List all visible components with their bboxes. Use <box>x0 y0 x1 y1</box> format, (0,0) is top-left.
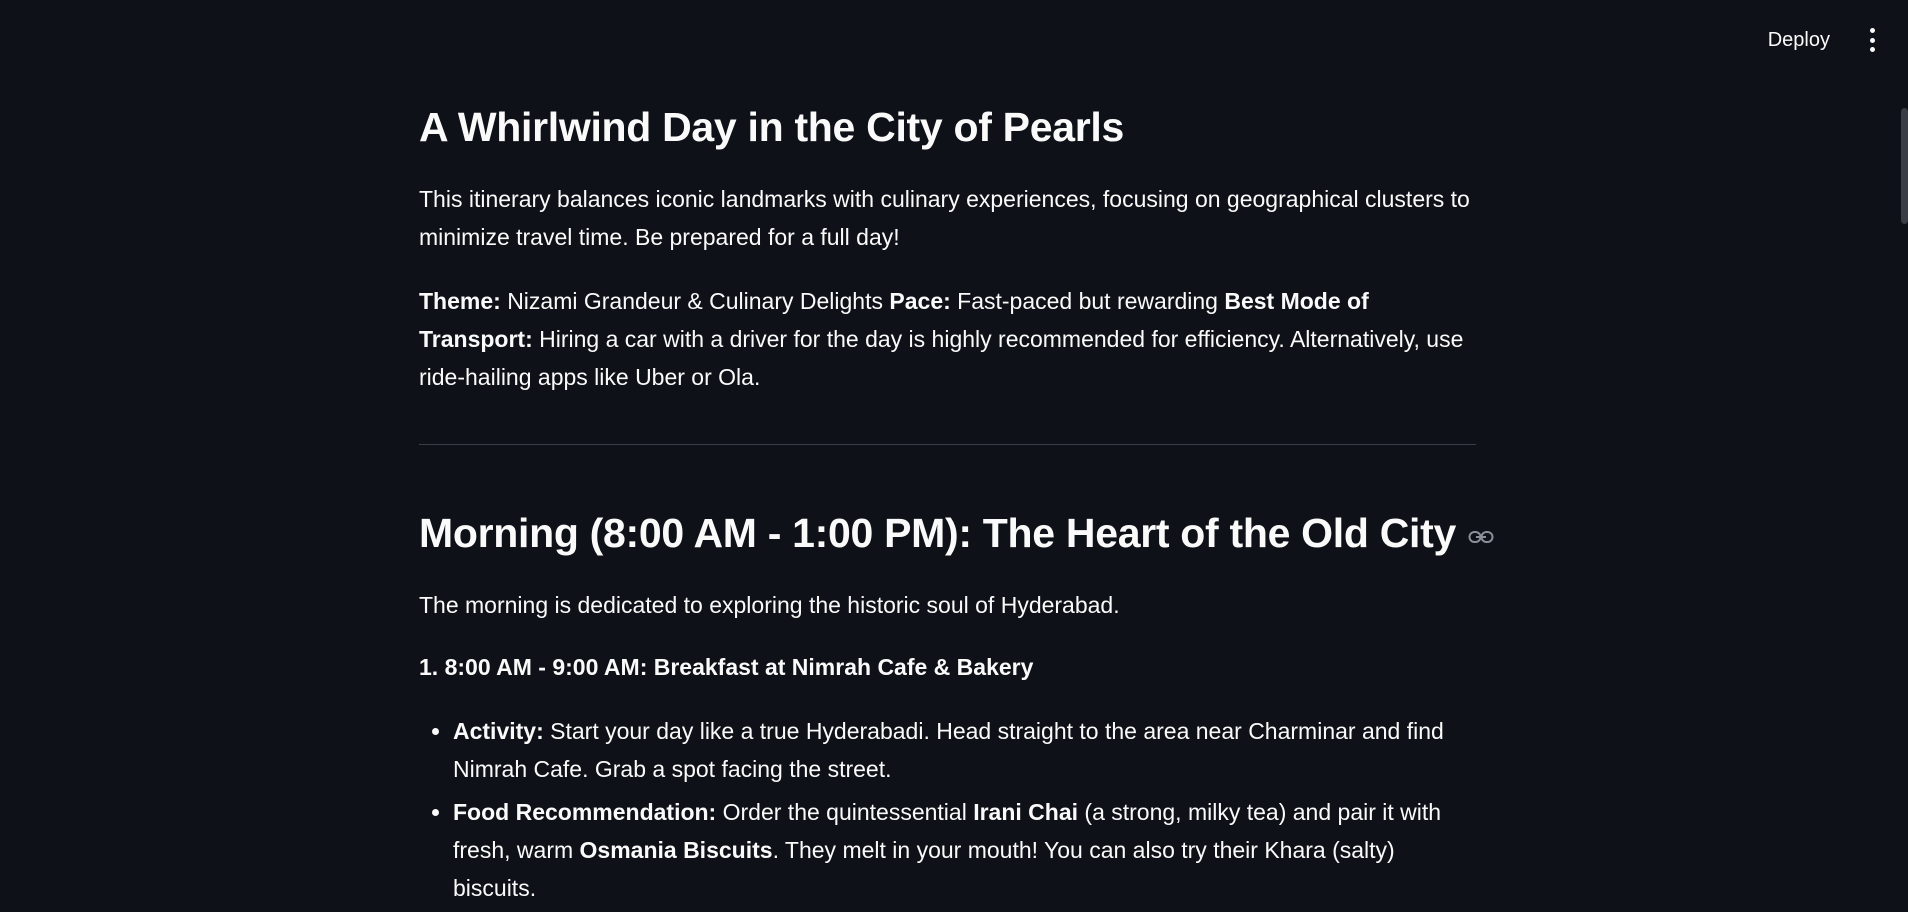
food-label: Food Recommendation: <box>453 799 717 825</box>
divider <box>419 444 1476 445</box>
list-item: Activity: Start your day like a true Hyd… <box>453 712 1476 788</box>
pace-label: Pace: <box>889 288 951 314</box>
trip-details-paragraph: Theme: Nizami Grandeur & Culinary Deligh… <box>419 282 1476 396</box>
anchor-link-icon[interactable] <box>1468 529 1494 545</box>
scrollbar-thumb[interactable] <box>1901 108 1908 224</box>
morning-heading: Morning (8:00 AM - 1:00 PM): The Heart o… <box>419 510 1494 557</box>
food-bold-2: Osmania Biscuits <box>579 837 773 863</box>
food-bold-1: Irani Chai <box>973 799 1079 825</box>
list-item: Food Recommendation: Order the quintesse… <box>453 793 1476 907</box>
page-title: A Whirlwind Day in the City of Pearls <box>419 104 1124 150</box>
step1-details-list: Activity: Start your day like a true Hyd… <box>419 712 1476 912</box>
morning-intro: The morning is dedicated to exploring th… <box>419 592 1120 618</box>
intro-paragraph: This itinerary balances iconic landmarks… <box>419 186 1470 250</box>
theme-value: Nizami Grandeur & Culinary Delights <box>507 288 883 314</box>
top-toolbar: Deploy <box>1754 0 1908 80</box>
activity-text: Start your day like a true Hyderabadi. H… <box>453 718 1444 782</box>
deploy-button[interactable]: Deploy <box>1754 23 1844 58</box>
food-text-1: Order the quintessential <box>722 799 967 825</box>
step1-heading-text: 1. 8:00 AM - 9:00 AM: Breakfast at Nimra… <box>419 654 1034 680</box>
activity-label: Activity: <box>453 718 544 744</box>
transport-value: Hiring a car with a driver for the day i… <box>419 326 1464 390</box>
pace-value: Fast-paced but rewarding <box>957 288 1218 314</box>
theme-label: Theme: <box>419 288 501 314</box>
morning-heading-text: Morning (8:00 AM - 1:00 PM): The Heart o… <box>419 510 1456 556</box>
step1-heading: 1. 8:00 AM - 9:00 AM: Breakfast at Nimra… <box>419 648 1476 686</box>
more-options-icon[interactable] <box>1862 28 1882 52</box>
